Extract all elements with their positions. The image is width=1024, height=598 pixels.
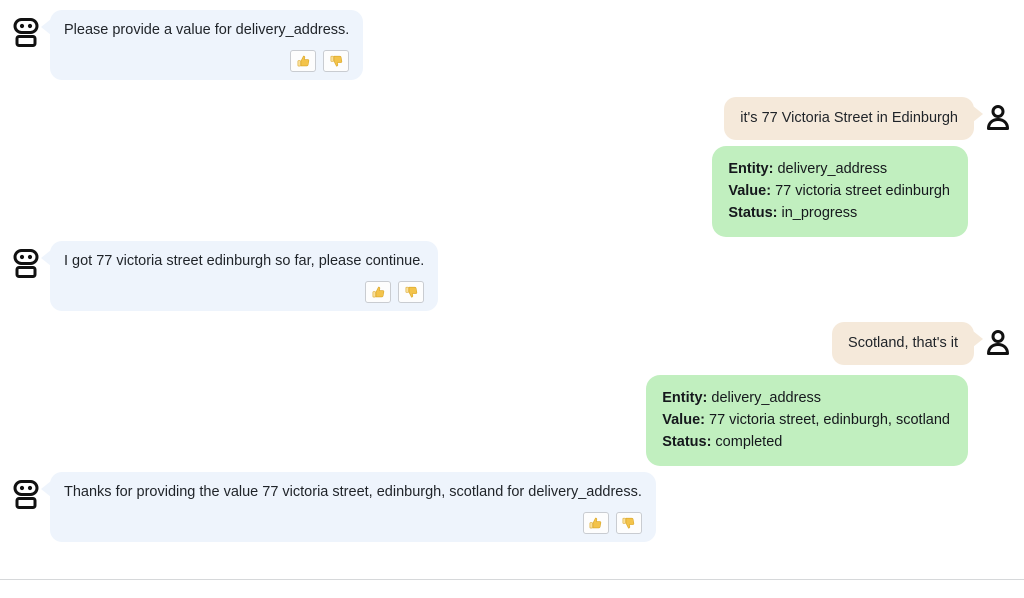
bottom-divider: [0, 579, 1024, 580]
chat-bubble-bot: Thanks for providing the value 77 victor…: [41, 472, 656, 543]
message-text: Please provide a value for delivery_addr…: [64, 22, 350, 38]
thumbs-down-button[interactable]: [323, 50, 350, 73]
status-value: in_progress: [781, 205, 858, 222]
message-row-bot-2: I got 77 victoria street edinburgh so fa…: [0, 241, 1024, 312]
entity-value-line: Value: 77 victoria street edinburgh: [728, 180, 950, 202]
thumbs-up-button[interactable]: [365, 281, 392, 304]
entity-label: Entity:: [662, 390, 712, 406]
entity-value-line: Value: 77 victoria street, edinburgh, sc…: [662, 409, 950, 431]
message-row-user-2: Scotland, that's it: [0, 322, 1024, 366]
entity-card-row-1: Entity: delivery_address Value: 77 victo…: [0, 146, 1024, 238]
thumbs-down-button[interactable]: [615, 512, 642, 535]
feedback-controls: [64, 50, 350, 73]
message-text: it's 77 Victoria Street in Edinburgh: [740, 110, 958, 126]
thumbs-up-button[interactable]: [582, 512, 609, 535]
chat-bubble-bot: I got 77 victoria street edinburgh so fa…: [40, 241, 439, 312]
robot-icon: [12, 249, 40, 279]
message-row-bot-1: Please provide a value for delivery_addr…: [0, 10, 1024, 81]
chat-bubble-bot: Please provide a value for delivery_addr…: [40, 10, 364, 81]
entity-label: Entity:: [728, 161, 778, 177]
chat-bubble-user: Scotland, that's it: [832, 322, 983, 366]
status-label: Status:: [662, 434, 716, 451]
entity-status-line: Status: completed: [662, 431, 950, 453]
status-value: completed: [715, 434, 783, 451]
message-text: Scotland, that's it: [848, 335, 958, 351]
entity-name-line: Entity: delivery_address: [662, 387, 950, 409]
value-value: 77 victoria street, edinburgh, scotland: [709, 412, 950, 429]
feedback-controls: [64, 512, 642, 535]
status-label: Status:: [728, 205, 782, 222]
message-text: Thanks for providing the value 77 victor…: [64, 484, 642, 500]
person-icon: [984, 103, 1012, 133]
entity-value: delivery_address: [711, 390, 822, 406]
value-label: Value:: [662, 412, 709, 429]
person-icon: [984, 328, 1012, 358]
entity-name-line: Entity: delivery_address: [728, 158, 950, 180]
value-value: 77 victoria street edinburgh: [775, 183, 950, 200]
chat-bubble-user: it's 77 Victoria Street in Edinburgh: [724, 97, 983, 141]
message-row-bot-3: Thanks for providing the value 77 victor…: [0, 472, 1024, 543]
entity-status-card: Entity: delivery_address Value: 77 victo…: [646, 375, 968, 467]
entity-status-card: Entity: delivery_address Value: 77 victo…: [712, 146, 968, 238]
feedback-controls: [64, 281, 425, 304]
message-row-user-1: it's 77 Victoria Street in Edinburgh: [0, 97, 1024, 141]
thumbs-up-button[interactable]: [290, 50, 317, 73]
robot-icon: [12, 18, 40, 48]
entity-status-line: Status: in_progress: [728, 202, 950, 224]
value-label: Value:: [728, 183, 776, 200]
message-text: I got 77 victoria street edinburgh so fa…: [64, 253, 425, 269]
entity-card-row-2: Entity: delivery_address Value: 77 victo…: [0, 375, 1024, 467]
chat-transcript: Please provide a value for delivery_addr…: [0, 0, 1024, 598]
robot-icon: [12, 480, 40, 510]
thumbs-down-button[interactable]: [398, 281, 425, 304]
entity-value: delivery_address: [777, 161, 888, 177]
